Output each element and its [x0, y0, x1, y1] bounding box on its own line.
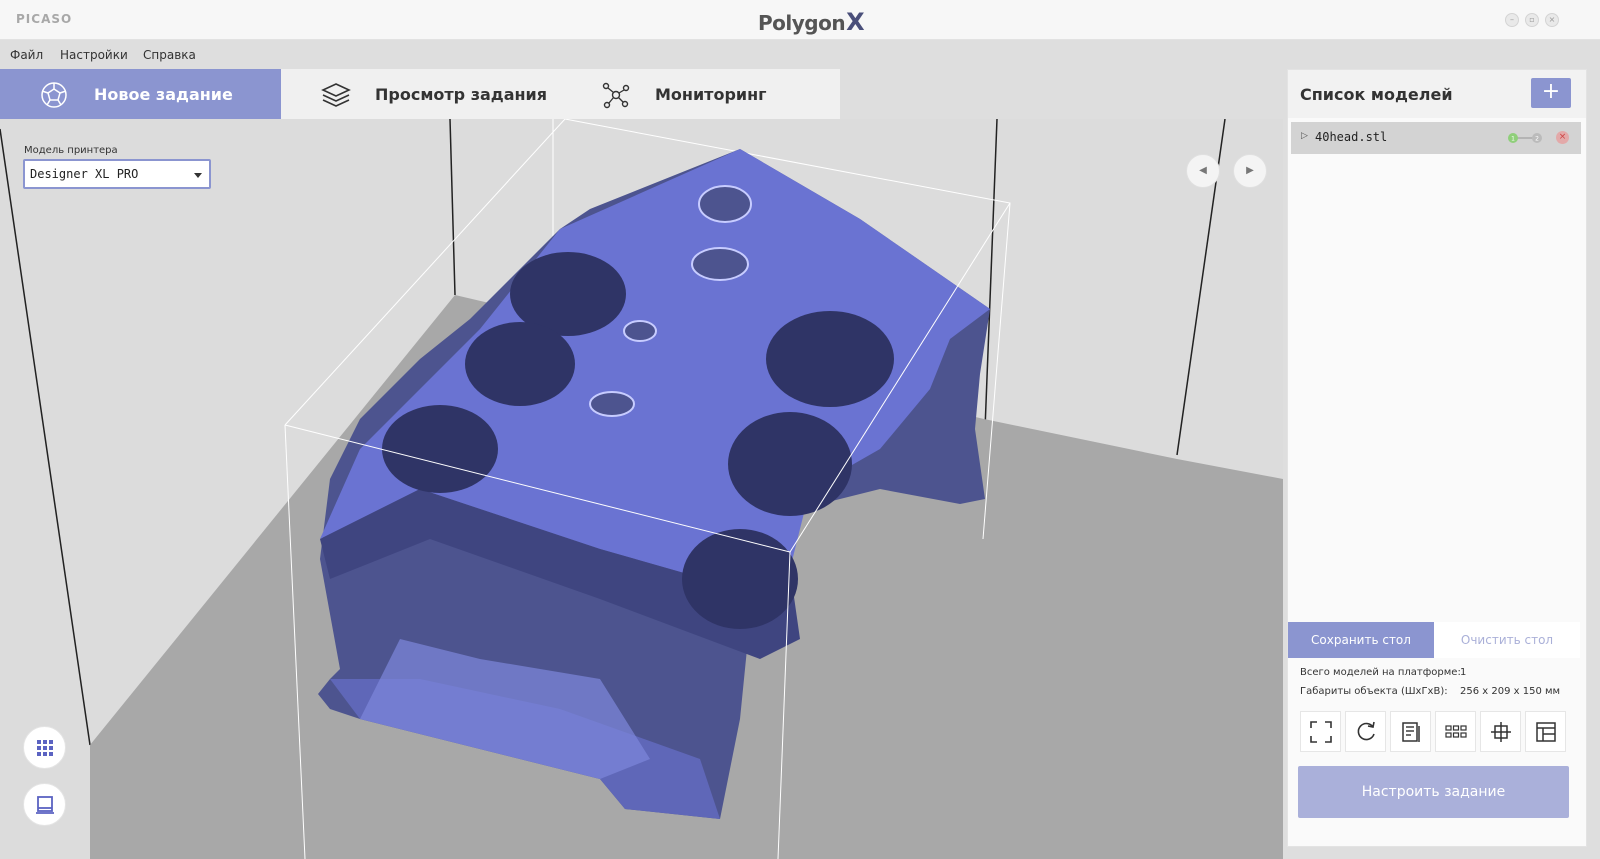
clear-table-button[interactable]: Очистить стол [1434, 622, 1580, 658]
main-tabs: Новое задание Просмотр задания Мониторин… [0, 69, 840, 119]
printer-model-value: Designer XL PRO [30, 167, 139, 181]
center-model-button[interactable] [1480, 711, 1521, 752]
dimensions-stat: Габариты объекта (ШхГхВ): 256 x 209 x 15… [1300, 686, 1560, 697]
arrange-button[interactable] [1435, 711, 1476, 752]
network-icon [602, 82, 630, 109]
models-count-value: 1 [1460, 667, 1467, 678]
rotate-button[interactable] [1345, 711, 1386, 752]
dimensions-value: 256 x 209 x 150 мм [1460, 686, 1561, 697]
close-button[interactable]: × [1545, 13, 1559, 27]
maximize-button[interactable]: ▫ [1525, 13, 1539, 27]
extruder-selector[interactable]: 1 2 [1507, 132, 1543, 144]
polyhedron-icon [41, 82, 67, 108]
platform-view-button[interactable] [23, 783, 66, 826]
fit-view-button[interactable] [1300, 711, 1341, 752]
model-list-item[interactable]: ▷ 40head.stl 1 2 × [1291, 122, 1581, 154]
models-count-label: Всего моделей на платформе: [1300, 667, 1461, 678]
grid-view-button[interactable] [23, 726, 66, 769]
model-name: 40head.stl [1315, 130, 1388, 144]
minimize-button[interactable]: – [1505, 13, 1519, 27]
title-bar: PICASO PolygonX – ▫ × [0, 0, 1600, 40]
next-view-button[interactable]: ▶ [1233, 154, 1267, 188]
add-model-button[interactable]: + [1531, 78, 1571, 108]
extruder-1-label: 1 [1511, 136, 1515, 143]
printer-model-select[interactable]: Designer XL PRO [23, 159, 211, 189]
model-list-panel: Список моделей + ▷ 40head.stl 1 2 × Сохр… [1287, 69, 1587, 847]
menu-bar: Файл Настройки Справка [0, 40, 1600, 68]
brand-logo: PICASO [16, 12, 73, 26]
layout-button[interactable] [1525, 711, 1566, 752]
layout-icon [1535, 721, 1556, 742]
platform-icon [35, 795, 54, 814]
app-title-x: X [846, 8, 865, 36]
menu-file[interactable]: Файл [10, 48, 43, 62]
tab-monitoring-label: Мониторинг [655, 84, 767, 104]
app-title: PolygonX [758, 8, 865, 36]
panel-header: Список моделей + [1288, 70, 1586, 118]
configure-job-button[interactable]: Настроить задание [1298, 766, 1569, 818]
tab-new-job[interactable]: Новое задание [0, 69, 281, 119]
scene-render [0, 119, 1283, 859]
arrange-icon [1444, 724, 1467, 738]
models-count-stat: Всего моделей на платформе: 1 [1300, 667, 1466, 678]
save-table-button[interactable]: Сохранить стол [1288, 622, 1434, 658]
printer-model-label: Модель принтера [24, 145, 118, 156]
slice-preview-button[interactable] [1390, 711, 1431, 752]
rotate-icon [1357, 721, 1375, 740]
fit-icon [1309, 720, 1332, 743]
grid-icon [36, 739, 53, 756]
chevron-right-icon: ▶ [1246, 165, 1254, 176]
tab-monitoring[interactable]: Мониторинг [561, 69, 840, 119]
expand-icon[interactable]: ▷ [1301, 131, 1308, 141]
tab-new-job-label: Новое задание [94, 84, 233, 104]
menu-help[interactable]: Справка [143, 48, 196, 62]
3d-viewport[interactable]: Модель принтера Designer XL PRO ◀ ▶ [0, 119, 1283, 859]
chevron-down-icon [194, 173, 202, 178]
layers-icon [321, 83, 351, 107]
prev-view-button[interactable]: ◀ [1186, 154, 1220, 188]
delete-model-icon[interactable]: × [1556, 131, 1569, 144]
slice-preview-icon [1401, 721, 1420, 742]
panel-title: Список моделей [1300, 85, 1453, 104]
tab-job-preview-label: Просмотр задания [375, 84, 548, 104]
app-title-text: Polygon [758, 11, 846, 35]
menu-settings[interactable]: Настройки [60, 48, 128, 62]
chevron-left-icon: ◀ [1199, 165, 1207, 176]
tab-job-preview[interactable]: Просмотр задания [281, 69, 561, 119]
center-icon [1490, 721, 1511, 742]
extruder-2-label: 2 [1535, 136, 1539, 143]
dimensions-label: Габариты объекта (ШхГхВ): [1300, 686, 1448, 697]
